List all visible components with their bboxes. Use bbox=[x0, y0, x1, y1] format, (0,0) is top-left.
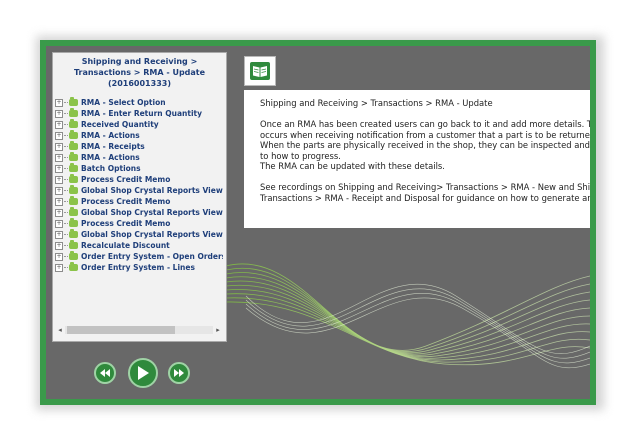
content-line: occurs when receiving notification from … bbox=[260, 129, 590, 140]
tree-item[interactable]: + RMA - Actions bbox=[55, 152, 223, 163]
expand-icon[interactable]: + bbox=[55, 252, 63, 261]
expand-icon[interactable]: + bbox=[55, 120, 63, 129]
play-button[interactable] bbox=[128, 358, 158, 388]
navigation-panel: Shipping and Receiving > Transactions > … bbox=[52, 52, 227, 342]
expand-icon[interactable]: + bbox=[55, 230, 63, 239]
tree-item-label: RMA - Actions bbox=[81, 153, 140, 162]
tree-item-label: Order Entry System - Open Orders bbox=[81, 252, 223, 261]
book-icon bbox=[250, 62, 270, 80]
expand-icon[interactable]: + bbox=[55, 175, 63, 184]
tree-item[interactable]: + Process Credit Memo bbox=[55, 174, 223, 185]
tree-item[interactable]: + Process Credit Memo bbox=[55, 196, 223, 207]
breadcrumb-line: (2016001333) bbox=[108, 79, 171, 88]
tree-item-label: RMA - Enter Return Quantity bbox=[81, 109, 203, 118]
tree-item-label: Process Credit Memo bbox=[81, 175, 171, 184]
tree-item[interactable]: + Global Shop Crystal Reports Viewer (1. bbox=[55, 207, 223, 218]
expand-icon[interactable]: + bbox=[55, 219, 63, 228]
content-line: The RMA can be updated with these detail… bbox=[260, 161, 445, 171]
expand-icon[interactable]: + bbox=[55, 153, 63, 162]
scroll-left-icon[interactable]: ◂ bbox=[55, 325, 65, 335]
folder-icon bbox=[69, 240, 78, 249]
content-line: to how to progress. bbox=[260, 150, 341, 161]
content-panel: Shipping and Receiving > Transactions > … bbox=[244, 90, 590, 228]
step-tree: + RMA - Select Option + RMA - Enter Return … bbox=[55, 97, 223, 273]
expand-icon[interactable]: + bbox=[55, 131, 63, 140]
expand-icon[interactable]: + bbox=[55, 208, 63, 217]
fast-forward-button[interactable] bbox=[168, 362, 190, 384]
tree-item-label: Process Credit Memo bbox=[81, 219, 171, 228]
tree-item[interactable]: + RMA - Actions bbox=[55, 130, 223, 141]
folder-icon bbox=[69, 108, 78, 117]
scroll-thumb[interactable] bbox=[67, 326, 175, 334]
folder-icon bbox=[69, 141, 78, 150]
content-line: When the parts are physically received i… bbox=[260, 140, 590, 150]
tree-item-label: Recalculate Discount bbox=[81, 241, 170, 250]
tree-item[interactable]: + RMA - Receipts bbox=[55, 141, 223, 152]
tree-item[interactable]: + Batch Options bbox=[55, 163, 223, 174]
expand-icon[interactable]: + bbox=[55, 164, 63, 173]
player-stage: Shipping and Receiving > Transactions > … bbox=[46, 46, 590, 399]
tree-item-label: Global Shop Crystal Reports Viewer (1. bbox=[81, 186, 223, 195]
folder-icon bbox=[69, 152, 78, 161]
tree-item[interactable]: + RMA - Enter Return Quantity bbox=[55, 108, 223, 119]
tree-item[interactable]: + Received Quantity bbox=[55, 119, 223, 130]
folder-icon bbox=[69, 185, 78, 194]
folder-icon bbox=[69, 97, 78, 106]
tree-item[interactable]: + RMA - Select Option bbox=[55, 97, 223, 108]
folder-icon bbox=[69, 174, 78, 183]
content-text: Shipping and Receiving > Transactions > … bbox=[260, 98, 590, 203]
expand-icon[interactable]: + bbox=[55, 109, 63, 118]
content-line: Once an RMA has been created users can g… bbox=[260, 119, 590, 129]
breadcrumb-line: Shipping and Receiving > bbox=[81, 57, 198, 66]
tree-item-label: RMA - Receipts bbox=[81, 142, 145, 151]
folder-icon bbox=[69, 196, 78, 205]
breadcrumb-title: Shipping and Receiving > Transactions > … bbox=[53, 53, 226, 91]
content-line: Transactions > RMA - Receipt and Disposa… bbox=[260, 192, 590, 203]
scroll-right-icon[interactable]: ▸ bbox=[213, 325, 223, 335]
breadcrumb-line: Transactions > RMA - Update bbox=[73, 68, 206, 77]
tree-item-label: Received Quantity bbox=[81, 120, 159, 129]
horizontal-scrollbar[interactable]: ◂ ▸ bbox=[55, 325, 223, 335]
folder-icon bbox=[69, 130, 78, 139]
expand-icon[interactable]: + bbox=[55, 98, 63, 107]
tree-item-label: Global Shop Crystal Reports Viewer (1. bbox=[81, 208, 223, 217]
tree-item[interactable]: + Global Shop Crystal Reports Viewer (1. bbox=[55, 229, 223, 240]
play-icon bbox=[138, 366, 149, 380]
tree-item-label: Order Entry System - Lines bbox=[81, 263, 195, 272]
tree-item[interactable]: + Recalculate Discount bbox=[55, 240, 223, 251]
folder-icon bbox=[69, 262, 78, 271]
content-heading: Shipping and Receiving > Transactions > … bbox=[260, 98, 493, 108]
expand-icon[interactable]: + bbox=[55, 241, 63, 250]
rewind-button[interactable] bbox=[94, 362, 116, 384]
expand-icon[interactable]: + bbox=[55, 142, 63, 151]
folder-icon bbox=[69, 119, 78, 128]
tree-item-label: Process Credit Memo bbox=[81, 197, 171, 206]
tree-item[interactable]: + Order Entry System - Open Orders bbox=[55, 251, 223, 262]
scroll-track[interactable] bbox=[65, 326, 213, 334]
rewind-icon bbox=[100, 369, 110, 377]
expand-icon[interactable]: + bbox=[55, 263, 63, 272]
tree-item[interactable]: + Global Shop Crystal Reports Viewer (1. bbox=[55, 185, 223, 196]
folder-icon bbox=[69, 207, 78, 216]
tree-item[interactable]: + Order Entry System - Lines bbox=[55, 262, 223, 273]
player-frame: Shipping and Receiving > Transactions > … bbox=[40, 40, 596, 405]
content-line: See recordings on Shipping and Receiving… bbox=[260, 182, 590, 192]
folder-icon bbox=[69, 163, 78, 172]
tree-item-label: RMA - Actions bbox=[81, 131, 140, 140]
fast-forward-icon bbox=[174, 369, 184, 377]
expand-icon[interactable]: + bbox=[55, 186, 63, 195]
folder-icon bbox=[69, 218, 78, 227]
tree-item-label: RMA - Select Option bbox=[81, 98, 166, 107]
tree-item[interactable]: + Process Credit Memo bbox=[55, 218, 223, 229]
folder-icon bbox=[69, 251, 78, 260]
tree-item-label: Global Shop Crystal Reports Viewer (1. bbox=[81, 230, 223, 239]
book-button[interactable] bbox=[244, 56, 276, 86]
expand-icon[interactable]: + bbox=[55, 197, 63, 206]
folder-icon bbox=[69, 229, 78, 238]
tree-item-label: Batch Options bbox=[81, 164, 141, 173]
